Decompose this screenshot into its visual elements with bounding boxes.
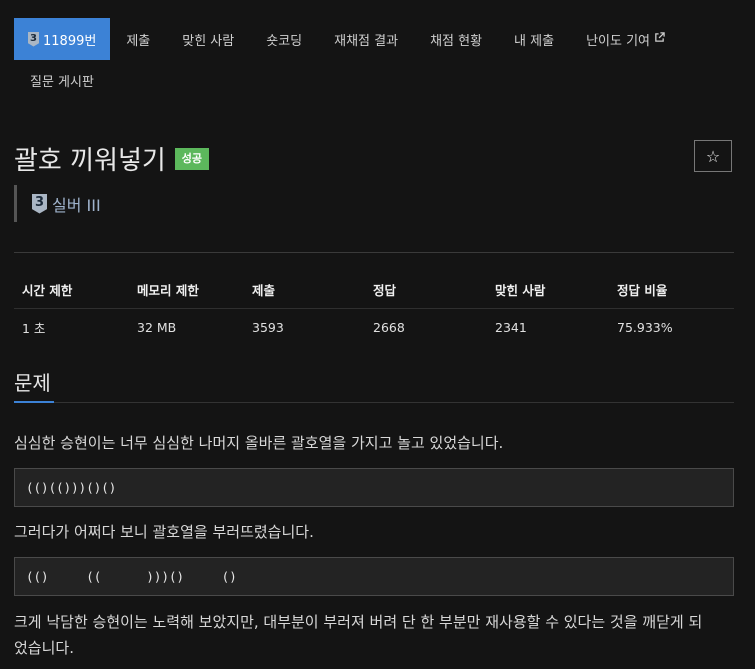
problem-title: 괄호 끼워넣기 xyxy=(14,146,166,176)
value-accepted: 2668 xyxy=(373,319,405,335)
tab-submit[interactable]: 제출 xyxy=(110,18,166,60)
tab-difficulty-contribution[interactable]: 난이도 기여 xyxy=(570,18,681,60)
tab-problem[interactable]: 3 11899번 xyxy=(14,18,111,60)
tab-solved-users[interactable]: 맞힌 사람 xyxy=(166,18,250,60)
header-memory-limit: 메모리 제한 xyxy=(129,271,244,309)
tab-rejudge-results[interactable]: 재채점 결과 xyxy=(318,18,414,60)
section-divider xyxy=(14,402,734,403)
header-accepted: 정답 xyxy=(365,271,487,309)
tab-question-board[interactable]: 질문 게시판 xyxy=(14,71,110,90)
silver-tier-icon: 3 xyxy=(32,193,47,214)
tab-short-coding[interactable]: 숏코딩 xyxy=(250,18,318,60)
divider xyxy=(14,252,734,253)
tab-my-submissions[interactable]: 내 제출 xyxy=(498,18,570,60)
header-submissions: 제출 xyxy=(244,271,365,309)
star-icon: ☆ xyxy=(705,146,721,166)
value-memory-limit: 32 MB xyxy=(137,319,177,335)
value-time-limit: 1 초 xyxy=(22,320,46,336)
table-header-row: 시간 제한 메모리 제한 제출 정답 맞힌 사람 정답 비율 xyxy=(14,271,734,309)
header-solved-users: 맞힌 사람 xyxy=(487,271,609,309)
problem-tier[interactable]: 3 실버 III xyxy=(14,185,101,222)
value-accept-ratio: 75.933% xyxy=(617,319,673,335)
tab-difficulty-label: 난이도 기여 xyxy=(586,33,650,49)
paragraph-line: 크게 낙담한 승현이는 노력해 보았지만, 대부분이 부러져 버려 단 한 부분… xyxy=(14,613,703,631)
tab-judge-status[interactable]: 채점 현황 xyxy=(414,18,498,60)
status-badge: 성공 xyxy=(174,147,210,170)
problem-paragraph-3: 크게 낙담한 승현이는 노력해 보았지만, 대부분이 부러져 버려 단 한 부분… xyxy=(14,609,702,661)
section-title: 문제 xyxy=(14,371,51,395)
problem-paragraph-1: 심심한 승현이는 너무 심심한 나머지 올바른 괄호열을 가지고 놀고 있었습니… xyxy=(14,434,504,452)
problem-paragraph-2: 그러다가 어쩌다 보니 괄호열을 부러뜨렸습니다. xyxy=(14,523,314,541)
section-title-underline xyxy=(14,401,54,403)
code-sample-2: (() (( )))() () xyxy=(14,557,734,596)
tier-label: 실버 III xyxy=(52,195,101,215)
header-accept-ratio: 정답 비율 xyxy=(609,271,734,309)
star-button[interactable]: ☆ xyxy=(694,140,732,172)
paragraph-line: 었습니다. xyxy=(14,639,74,657)
problem-info-table: 시간 제한 메모리 제한 제출 정답 맞힌 사람 정답 비율 1 초 32 MB… xyxy=(14,271,734,345)
value-solved-users: 2341 xyxy=(495,319,527,335)
table-row: 1 초 32 MB 3593 2668 2341 75.933% xyxy=(14,309,734,346)
code-sample-1: (()(()))()() xyxy=(14,468,734,507)
header-time-limit: 시간 제한 xyxy=(14,271,129,309)
external-link-icon xyxy=(654,32,665,46)
problem-header: 괄호 끼워넣기 성공 xyxy=(14,140,210,177)
value-submissions: 3593 xyxy=(252,319,284,335)
silver-tier-icon: 3 xyxy=(28,31,39,47)
problem-nav: 3 11899번 제출 맞힌 사람 숏코딩 재채점 결과 채점 현황 내 제출 … xyxy=(14,18,755,100)
tab-problem-label: 11899번 xyxy=(43,33,97,49)
